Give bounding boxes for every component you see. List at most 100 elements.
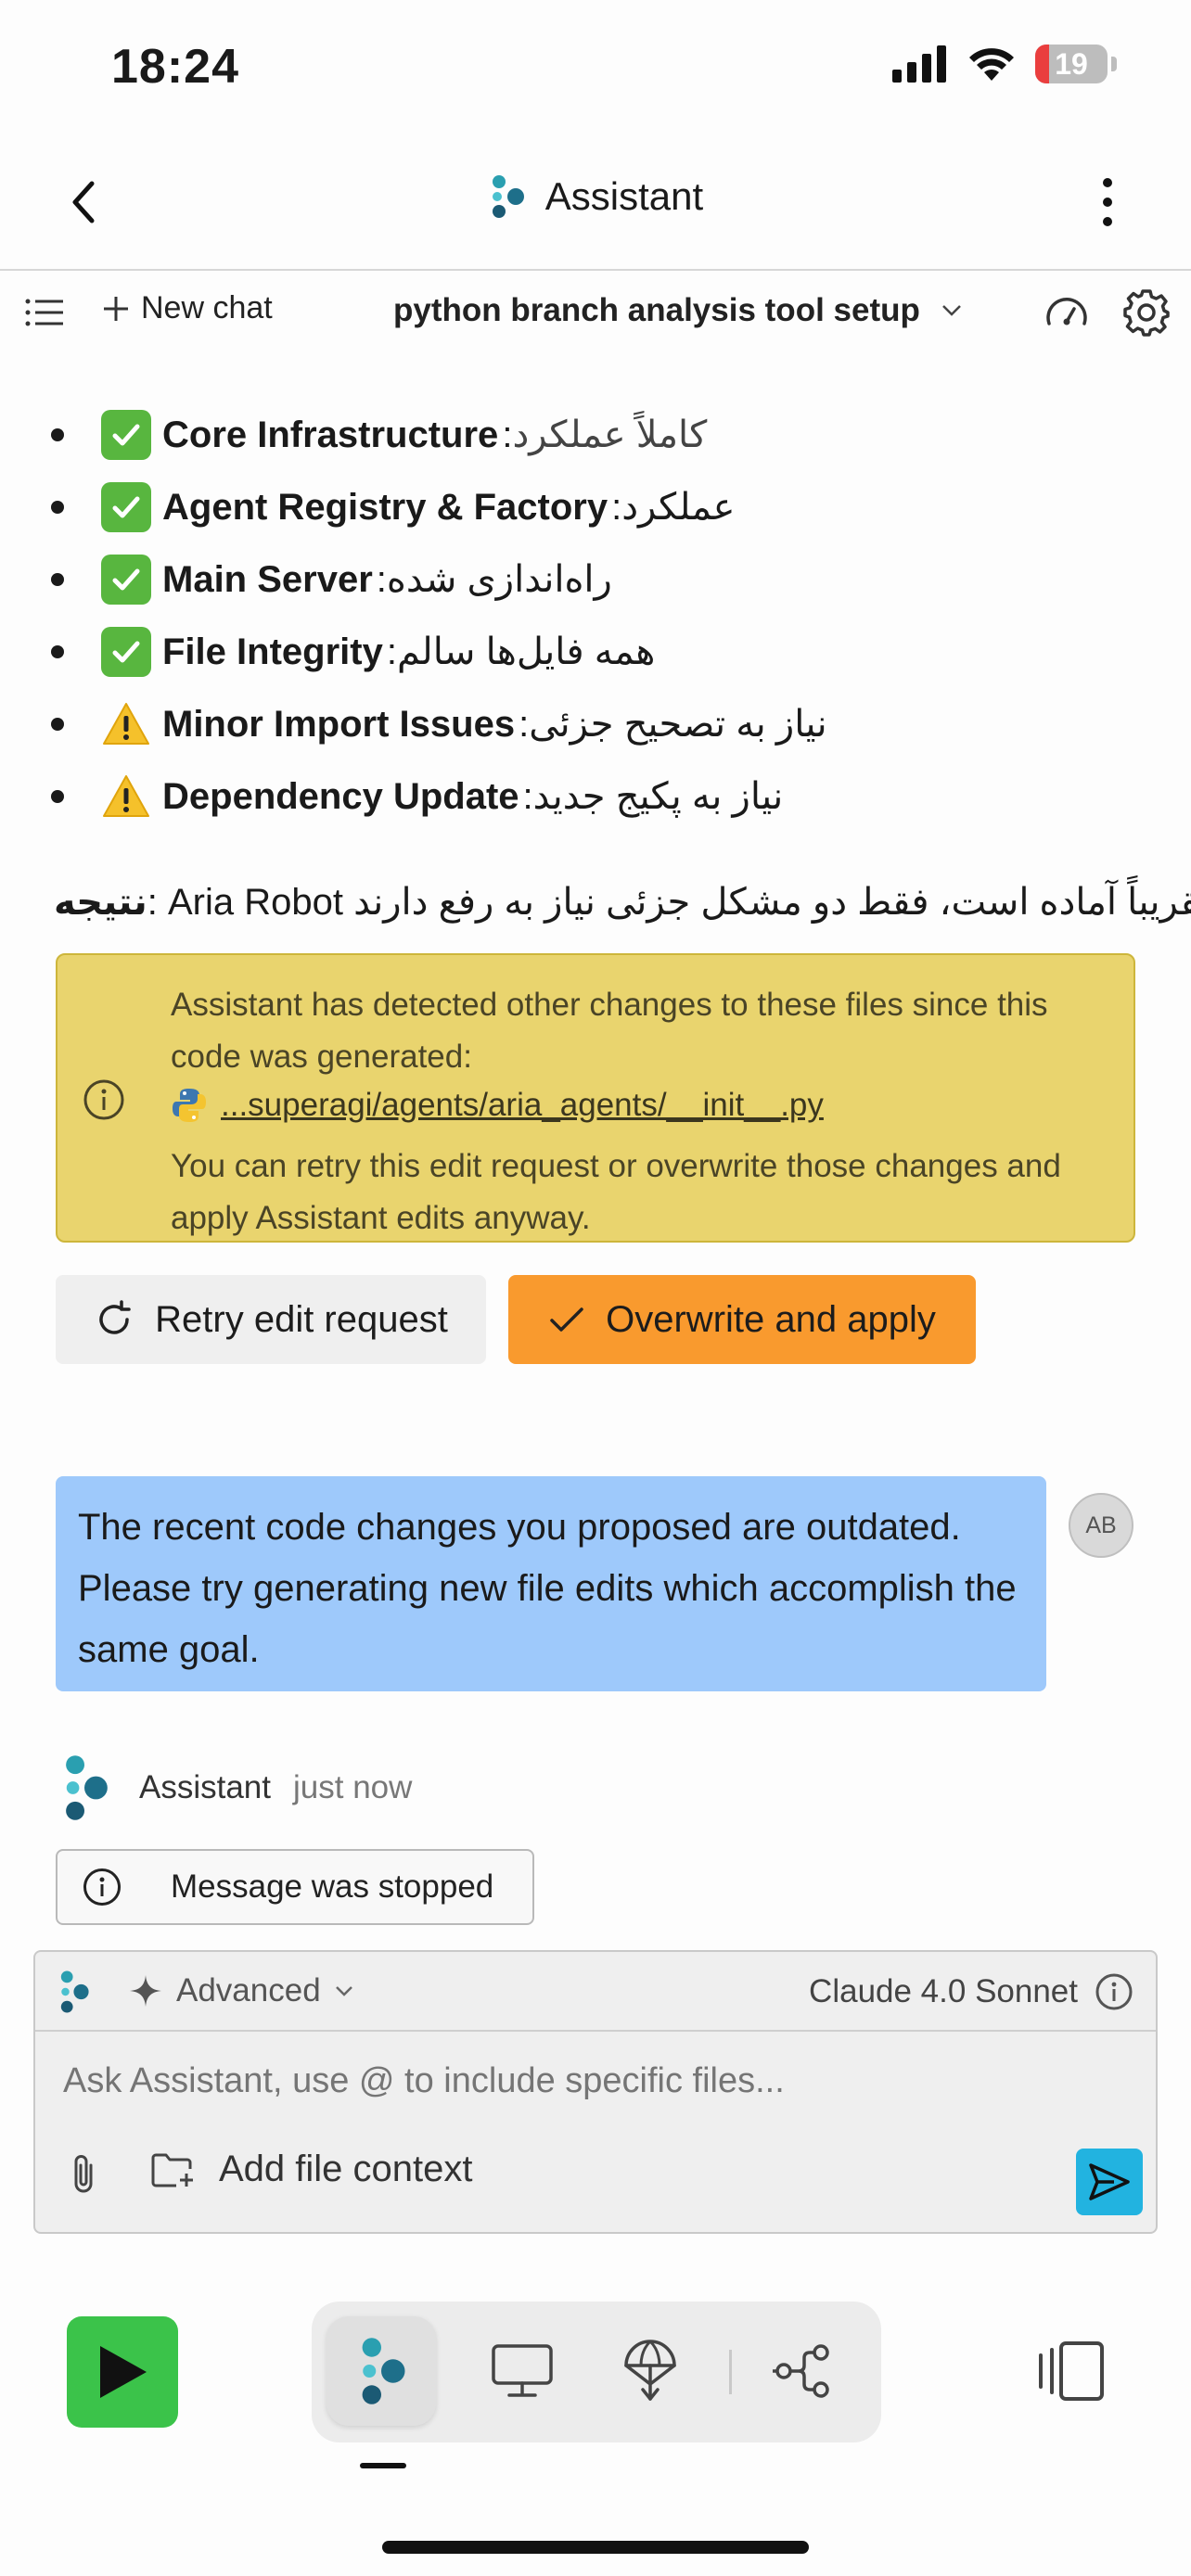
assistant-logo-icon <box>60 1970 89 2013</box>
status-icons: 19 <box>892 45 1117 83</box>
assistant-logo-icon <box>492 175 524 218</box>
dock-branch-tab[interactable] <box>748 2316 857 2426</box>
home-indicator <box>382 2541 809 2554</box>
result-line: نتیجه: Aria Robot تقریباً آماده است، فقط… <box>54 881 1191 924</box>
message-stopped-text: Message was stopped <box>171 1868 494 1905</box>
send-icon <box>1089 2163 1130 2200</box>
assistant-logo-icon <box>66 1755 108 1820</box>
more-options-button[interactable] <box>1080 174 1135 230</box>
notice-text: Assistant has detected other changes to … <box>171 987 1048 1075</box>
status-bar: 18:24 19 <box>0 0 1191 130</box>
signal-icon <box>892 45 946 83</box>
status-colon: : <box>611 486 622 528</box>
result-text: Aria Robot تقریباً آماده است، فقط دو مشک… <box>168 882 1191 923</box>
mode-label: Advanced <box>176 1972 321 2009</box>
result-colon: : <box>147 882 168 923</box>
battery-icon: 19 <box>1035 45 1108 83</box>
check-icon <box>101 627 151 677</box>
header-title-group: Assistant <box>0 174 1191 219</box>
notice-file-link[interactable]: ...superagi/agents/aria_agents/__init__.… <box>171 1087 824 1124</box>
retry-icon <box>99 1300 131 1334</box>
list-item: Main Server: راه‌اندازی شده <box>51 543 1136 616</box>
changes-notice: Assistant has detected other changes to … <box>56 953 1135 1243</box>
add-file-context-label: Add file context <box>219 2149 473 2189</box>
check-icon <box>101 482 151 532</box>
chevron-down-icon <box>335 1986 352 1996</box>
play-icon <box>100 2346 147 2398</box>
assistant-message-header: Assistant just now <box>61 1754 412 1821</box>
gear-icon[interactable] <box>1122 288 1171 337</box>
notice-text-2: You can retry this edit request or overw… <box>171 1148 1061 1236</box>
status-label: Main Server <box>162 558 373 600</box>
header-title: Assistant <box>544 174 704 218</box>
list-item: Minor Import Issues: نیاز به تصحیح جزئی <box>51 688 1136 760</box>
status-value: همه فایل‌ها سالم <box>396 631 656 672</box>
monitor-icon <box>492 2344 553 2397</box>
chat-toolbar: New chat python branch analysis tool set… <box>0 274 1191 353</box>
chat-title: python branch analysis tool setup <box>393 292 920 328</box>
check-icon <box>101 410 151 460</box>
message-timestamp: just now <box>293 1769 413 1805</box>
check-mark-icon <box>550 1307 583 1332</box>
list-icon[interactable] <box>24 292 65 333</box>
bottom-dock <box>312 2302 881 2442</box>
status-label: Dependency Update <box>162 775 519 817</box>
status-value: عملکرد <box>621 487 736 528</box>
dock-divider <box>729 2350 732 2394</box>
status-colon: : <box>522 775 533 817</box>
list-item: Dependency Update: نیاز به پکیج جدید <box>51 760 1136 833</box>
overwrite-apply-button[interactable]: Overwrite and apply <box>508 1275 976 1364</box>
status-label: Core Infrastructure <box>162 414 499 455</box>
python-file-icon <box>173 1089 206 1122</box>
warning-icon <box>103 775 149 817</box>
status-value: کاملاً عملکرد <box>512 414 708 455</box>
result-label: نتیجه <box>54 882 147 923</box>
info-icon <box>83 1868 121 1906</box>
assistant-name: Assistant <box>139 1769 271 1805</box>
bullet-icon <box>51 645 64 658</box>
dock-desktop-tab[interactable] <box>467 2316 577 2426</box>
new-chat-button[interactable]: New chat <box>102 290 273 326</box>
paperclip-icon[interactable] <box>63 2152 104 2197</box>
status-colon: : <box>376 558 387 600</box>
send-button[interactable] <box>1076 2149 1143 2215</box>
message-input[interactable] <box>63 2061 1130 2101</box>
run-button[interactable] <box>67 2316 178 2428</box>
bullet-icon <box>51 428 64 441</box>
wifi-icon <box>969 48 1014 81</box>
mode-dropdown[interactable]: Advanced <box>128 1972 354 2009</box>
chat-title-dropdown[interactable]: python branch analysis tool setup <box>393 292 963 329</box>
bullet-icon <box>51 718 64 731</box>
composer-options: Advanced Claude 4.0 Sonnet <box>35 1952 1156 2032</box>
retry-edit-button[interactable]: Retry edit request <box>56 1275 486 1364</box>
git-branch-icon <box>773 2344 829 2398</box>
more-vertical-icon <box>1103 178 1112 226</box>
status-label: Minor Import Issues <box>162 703 516 745</box>
check-icon <box>101 555 151 605</box>
user-avatar[interactable]: AB <box>1069 1493 1133 1558</box>
parachute-icon <box>624 2340 676 2401</box>
info-icon <box>83 1079 124 1120</box>
new-chat-label: New chat <box>141 290 273 325</box>
status-label: Agent Registry & Factory <box>162 486 608 528</box>
status-colon: : <box>386 631 397 672</box>
model-name: Claude 4.0 Sonnet <box>809 1973 1078 2009</box>
retry-edit-label: Retry edit request <box>155 1298 448 1340</box>
list-item: Core Infrastructure: کاملاً عملکرد <box>51 399 1136 471</box>
battery-tip <box>1111 57 1117 71</box>
plus-icon <box>104 296 128 321</box>
side-panel-icon[interactable] <box>1031 2339 1106 2404</box>
status-list: Core Infrastructure: کاملاً عملکرد Agent… <box>51 399 1136 833</box>
model-selector[interactable]: Claude 4.0 Sonnet <box>809 1972 1133 2011</box>
dock-assistant-tab[interactable] <box>327 2316 436 2426</box>
add-file-context-button[interactable]: Add file context <box>150 2149 473 2190</box>
message-composer: Advanced Claude 4.0 Sonnet Add file cont… <box>33 1950 1158 2234</box>
list-item: Agent Registry & Factory: عملکرد <box>51 471 1136 543</box>
app-header: Assistant <box>0 139 1191 271</box>
dock-deploy-tab[interactable] <box>596 2316 705 2426</box>
speedometer-icon[interactable] <box>1044 290 1090 337</box>
sparkle-icon <box>130 1975 161 2007</box>
info-icon <box>1095 1973 1133 2010</box>
active-tab-indicator <box>360 2463 406 2468</box>
status-value: نیاز به پکیج جدید <box>532 776 784 817</box>
